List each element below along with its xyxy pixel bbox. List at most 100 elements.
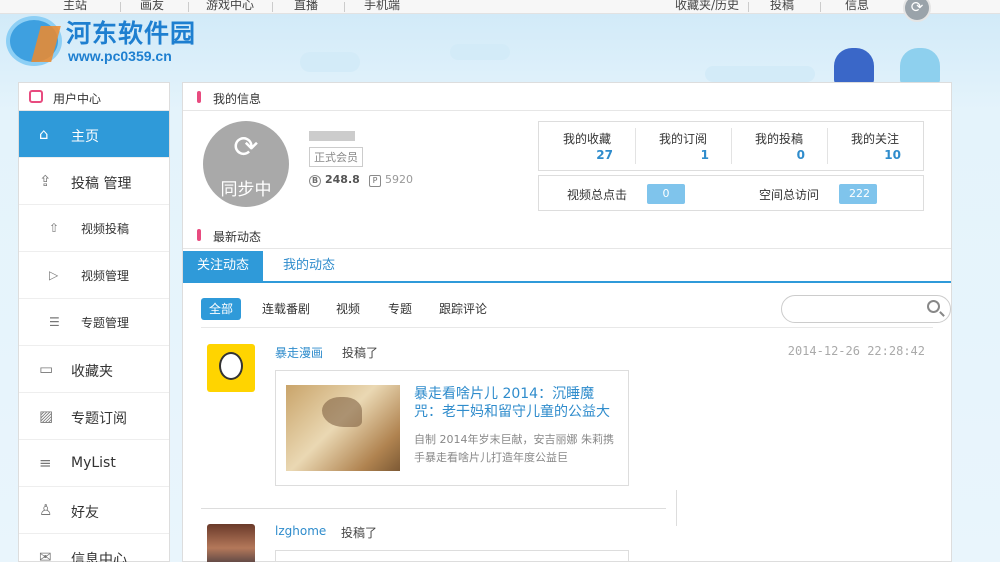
total-clicks-label: 视频总点击 (567, 188, 628, 202)
site-url: www.pc0359.cn (68, 48, 172, 64)
video-title[interactable]: 暴走看啥片儿 2014：沉睡魔咒：老干妈和留守儿童的公益大 (414, 385, 614, 421)
sidebar-item-label: 视频管理 (81, 269, 130, 283)
sidebar-item-friends[interactable]: ♙ 好友 (19, 487, 169, 534)
mascot-icon (900, 48, 940, 84)
nav-divider (820, 2, 821, 12)
search-icon[interactable] (927, 300, 940, 313)
sidebar-item-video-upload[interactable]: ⇧ 视频投稿 (19, 205, 169, 252)
nav-favorites-history[interactable]: 收藏夹/历史 (675, 0, 739, 12)
avatar-status: 同步中 (220, 180, 272, 200)
video-card[interactable]: 暴走看啥片儿 2014：沉睡魔咒：老干妈和留守儿童的公益大 自制 2014年岁末… (275, 370, 629, 486)
cloud-decoration (705, 66, 815, 82)
feed-item: lzghome 投稿了 (201, 524, 933, 562)
cloud-decoration (300, 52, 360, 72)
avatar[interactable] (207, 524, 255, 562)
nav-upload[interactable]: 投稿 (770, 0, 794, 12)
tab-my-activity[interactable]: 我的动态 (269, 251, 349, 283)
my-info-header: 我的信息 (183, 83, 951, 111)
filter-all[interactable]: 全部 (201, 298, 242, 320)
nav-live[interactable]: 直播 (294, 0, 318, 12)
totals-box: 视频总点击 0 空间总访问 222 (538, 175, 924, 211)
sidebar-item-upload-manage[interactable]: ⇪ 投稿 管理 (19, 158, 169, 205)
upload-box-icon: ⇪ (39, 172, 52, 190)
nav-messages[interactable]: 信息 (845, 0, 869, 12)
message-icon: ✉ (39, 548, 52, 562)
nav-divider (748, 2, 749, 12)
stat-label: 我的投稿 (754, 132, 803, 146)
nav-painter[interactable]: 画友 (140, 0, 164, 12)
video-thumbnail[interactable] (286, 385, 400, 471)
section-marker (197, 229, 201, 241)
feed-username[interactable]: 暴走漫画 (275, 344, 323, 361)
nav-divider (272, 2, 273, 12)
feed-divider (201, 508, 666, 509)
image-icon: ▨ (39, 407, 54, 425)
home-icon: ⌂ (39, 125, 49, 143)
site-logo: 河东软件园 www.pc0359.cn (4, 12, 204, 72)
site-name: 河东软件园 (66, 19, 197, 48)
sidebar-item-video-manage[interactable]: ▷ 视频管理 (19, 252, 169, 299)
search-input[interactable] (781, 295, 951, 323)
stat-value: 27 (596, 148, 613, 162)
stat-uploads[interactable]: 我的投稿 0 (731, 122, 827, 170)
sync-icon: ⟳ (233, 130, 259, 165)
nav-mobile[interactable]: 手机端 (364, 0, 400, 12)
coin-value: 248.8 (325, 173, 360, 186)
member-badge: 正式会员 (309, 147, 363, 167)
stat-following[interactable]: 我的关注 10 (827, 122, 923, 170)
filter-series[interactable]: 连载番剧 (262, 298, 310, 320)
folder-icon: ▭ (39, 360, 54, 378)
nav-divider (188, 2, 189, 12)
coin-icon: B (309, 175, 321, 187)
stat-label: 我的收藏 (562, 132, 611, 146)
sidebar-item-mylist[interactable]: ≡ MyList (19, 440, 169, 487)
section-title: 最新动态 (213, 230, 262, 244)
sidebar-item-label: 收藏夹 (71, 364, 113, 380)
points-icon: P (369, 175, 381, 187)
total-visits-value: 222 (839, 184, 877, 204)
sidebar-item-label: 好友 (71, 505, 99, 521)
list-doc-icon: ☰ (49, 315, 60, 329)
stat-favorites[interactable]: 我的收藏 27 (539, 122, 635, 170)
username-redacted (309, 131, 355, 141)
sidebar-item-message-center[interactable]: ✉ 信息中心 (19, 534, 169, 562)
sidebar-item-label: MyList (71, 455, 116, 471)
total-visits-label: 空间总访问 (759, 188, 820, 202)
sidebar-item-label: 视频投稿 (81, 222, 130, 236)
sidebar-item-label: 专题管理 (81, 316, 130, 330)
video-icon: ▷ (49, 268, 59, 282)
nav-divider (120, 2, 121, 12)
mascot-icon (834, 48, 874, 84)
feed-filters: 全部 连载番剧 视频 专题 跟踪评论 (201, 295, 951, 328)
feed-tabs: 关注动态 我的动态 (183, 251, 951, 283)
filter-video[interactable]: 视频 (336, 298, 360, 320)
feed-divider (676, 490, 677, 526)
sidebar-header: 用户中心 (19, 83, 169, 111)
nav-main-site[interactable]: 主站 (63, 0, 87, 12)
sidebar-item-topic-subscribe[interactable]: ▨ 专题订阅 (19, 393, 169, 440)
avatar[interactable]: ⟳ 同步中 (203, 121, 289, 207)
feed-action: 投稿了 (341, 526, 378, 540)
feed-action: 投稿了 (342, 346, 379, 360)
friends-icon: ♙ (39, 501, 53, 519)
sidebar-item-favorites[interactable]: ▭ 收藏夹 (19, 346, 169, 393)
nav-game-center[interactable]: 游戏中心 (206, 0, 254, 12)
user-center-sidebar: 用户中心 ⌂ 主页 ⇪ 投稿 管理 ⇧ 视频投稿 ▷ 视频管理 ☰ 专题管理 ▭… (18, 82, 170, 562)
sidebar-item-label: 主页 (71, 129, 99, 145)
refresh-icon[interactable]: ⟳ (903, 0, 931, 22)
sidebar-item-home[interactable]: ⌂ 主页 (19, 111, 169, 158)
video-description: 自制 2014年岁末巨献，安吉丽娜 朱莉携手暴走看啥片儿打造年度公益巨 (414, 433, 614, 464)
tv-icon (29, 90, 43, 103)
cloud-decoration (450, 44, 510, 60)
filter-topic[interactable]: 专题 (388, 298, 412, 320)
feed-item: 暴走漫画 投稿了 2014-12-26 22:28:42 暴走看啥片儿 2014… (201, 344, 933, 504)
avatar[interactable] (207, 344, 255, 392)
filter-comments[interactable]: 跟踪评论 (439, 298, 487, 320)
sidebar-item-topic-manage[interactable]: ☰ 专题管理 (19, 299, 169, 346)
sidebar-item-label: 专题订阅 (71, 411, 127, 427)
feed-username[interactable]: lzghome (275, 524, 326, 538)
video-card[interactable] (275, 550, 629, 562)
stat-value: 10 (884, 148, 901, 162)
stat-subscriptions[interactable]: 我的订阅 1 (635, 122, 731, 170)
tab-following-activity[interactable]: 关注动态 (183, 251, 264, 283)
